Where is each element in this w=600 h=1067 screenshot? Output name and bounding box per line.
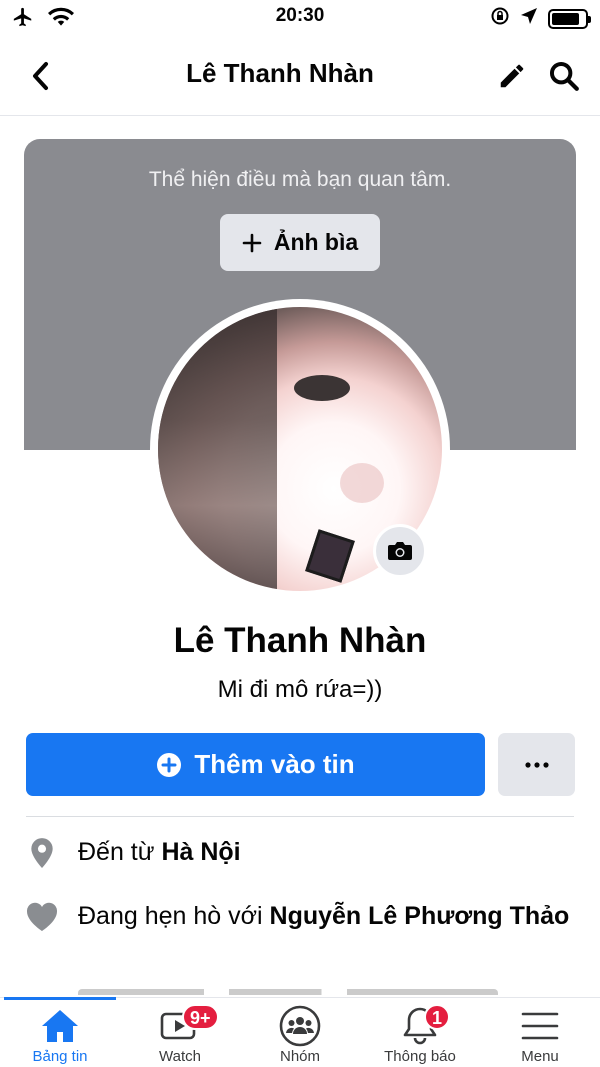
back-icon — [33, 62, 48, 90]
location-pin-icon — [26, 836, 58, 869]
tab-label: Menu — [521, 1048, 559, 1065]
avatar-eye — [294, 375, 351, 402]
avatar-object — [305, 529, 356, 583]
tab-menu[interactable]: Menu — [480, 998, 600, 1067]
tab-news-feed[interactable]: Bảng tin — [0, 998, 120, 1067]
add-circle-icon — [157, 752, 182, 777]
location-icon — [520, 7, 538, 30]
menu-icon — [480, 1006, 600, 1046]
watch-badge: 9+ — [182, 1004, 219, 1030]
groups-icon — [240, 1005, 360, 1047]
detail-relationship: Đang hẹn hò với Nguyễn Lê Phương Thảo — [26, 900, 574, 933]
tab-bar: Bảng tin 9+ Watch Nhóm 1 Thông báo Menu — [0, 997, 600, 1067]
tab-label: Bảng tin — [32, 1048, 88, 1065]
change-avatar-button[interactable] — [373, 524, 427, 578]
hometown-text: Đến từ Hà Nội — [78, 838, 241, 866]
edit-icon — [500, 64, 524, 88]
detail-hometown: Đến từ Hà Nội — [26, 836, 574, 869]
more-icon — [524, 761, 549, 768]
divider — [26, 816, 574, 817]
battery-icon — [548, 8, 591, 29]
status-right — [490, 6, 591, 31]
relationship-text: Đang hẹn hò với Nguyễn Lê Phương Thảo — [78, 902, 570, 930]
home-icon — [0, 1006, 120, 1046]
nav-bar: Lê Thanh Nhàn — [0, 40, 600, 116]
camera-icon — [388, 542, 412, 560]
tab-groups[interactable]: Nhóm — [240, 998, 360, 1067]
edit-button[interactable] — [492, 56, 532, 96]
tab-label: Nhóm — [279, 1048, 320, 1065]
tab-watch[interactable]: 9+ Watch — [120, 998, 240, 1067]
cover-hint: Thể hiện điều mà bạn quan tâm. — [148, 168, 452, 191]
search-button[interactable] — [544, 56, 584, 96]
status-bar: 20:30 — [0, 0, 600, 34]
avatar-nose — [339, 463, 384, 504]
avatar-hair — [158, 307, 278, 591]
profile-bio: Mi đi mô rứa=)) — [217, 676, 383, 703]
add-to-story-button[interactable]: Thêm vào tin — [26, 733, 485, 796]
add-to-story-label: Thêm vào tin — [194, 749, 355, 779]
profile-name: Lê Thanh Nhàn — [173, 621, 427, 660]
notification-badge: 1 — [424, 1004, 451, 1030]
add-cover-button[interactable]: Ảnh bìa — [220, 214, 380, 271]
search-icon — [549, 61, 579, 91]
watch-icon — [120, 1006, 240, 1046]
page-title: Lê Thanh Nhàn — [186, 58, 374, 88]
more-options-button[interactable] — [498, 733, 575, 796]
bell-icon — [360, 1006, 480, 1046]
tab-label: Thông báo — [384, 1048, 456, 1065]
rotation-lock-icon — [490, 6, 510, 31]
partial-text — [78, 989, 498, 995]
tab-label: Watch — [159, 1048, 201, 1065]
plus-icon — [242, 233, 262, 252]
heart-icon — [26, 900, 58, 933]
add-cover-label: Ảnh bìa — [273, 229, 359, 255]
back-button[interactable] — [20, 56, 60, 96]
tab-notifications[interactable]: 1 Thông báo — [360, 998, 480, 1067]
battery-fill — [552, 12, 580, 25]
detail-partial — [78, 985, 498, 995]
